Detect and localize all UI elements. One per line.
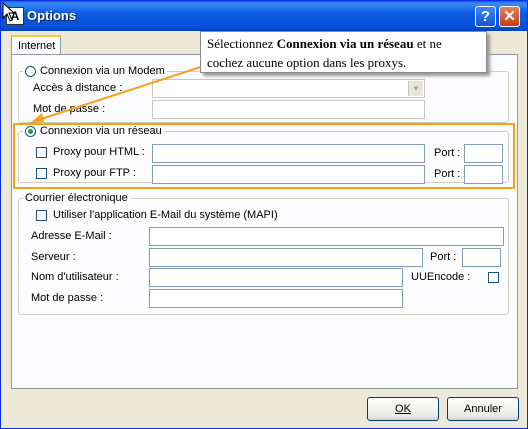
modem-radio[interactable] bbox=[25, 65, 36, 77]
cancel-button-label: Annuler bbox=[464, 403, 502, 415]
tab-panel: Connexion via un Modem Accès à distance … bbox=[11, 54, 518, 389]
server-label: Serveur : bbox=[31, 251, 76, 263]
mapi-checkbox[interactable] bbox=[36, 210, 47, 221]
server-field[interactable] bbox=[149, 248, 423, 267]
ok-button-label: OK bbox=[395, 403, 411, 415]
modem-password-label: Mot de passe : bbox=[33, 103, 106, 115]
callout-text-bold: Connexion via un réseau bbox=[276, 36, 414, 51]
chevron-down-icon: ▼ bbox=[408, 81, 423, 96]
modem-password-field[interactable] bbox=[152, 100, 425, 119]
modem-legend: Connexion via un Modem bbox=[23, 65, 167, 77]
remote-access-select[interactable]: ▼ bbox=[152, 79, 425, 98]
title-bar[interactable]: A Options ? ✕ bbox=[1, 1, 527, 31]
username-label: Nom d'utilisateur : bbox=[31, 271, 119, 283]
mail-password-field[interactable] bbox=[149, 289, 403, 308]
network-highlight-frame bbox=[13, 123, 515, 189]
close-button[interactable]: ✕ bbox=[499, 6, 520, 27]
modem-legend-label: Connexion via un Modem bbox=[40, 65, 165, 77]
uuencode-label: UUEncode : bbox=[411, 271, 471, 283]
mail-port-label: Port : bbox=[430, 251, 457, 263]
mouse-cursor-icon bbox=[2, 2, 16, 22]
mail-legend-label: Courrier électronique bbox=[25, 192, 128, 204]
ok-button[interactable]: OK bbox=[367, 397, 439, 421]
mapi-label: Utiliser l'application E-Mail du système… bbox=[53, 209, 278, 221]
tab-internet[interactable]: Internet bbox=[11, 35, 61, 55]
window-title: Options bbox=[27, 8, 77, 23]
uuencode-checkbox[interactable] bbox=[488, 272, 499, 283]
email-label: Adresse E-Mail : bbox=[31, 230, 112, 242]
email-field[interactable] bbox=[149, 227, 504, 246]
mail-password-label: Mot de passe : bbox=[31, 292, 104, 304]
mail-legend: Courrier électronique bbox=[23, 192, 130, 204]
mail-port-field[interactable] bbox=[462, 248, 501, 267]
tab-internet-label: Internet bbox=[18, 40, 56, 52]
help-button[interactable]: ? bbox=[475, 6, 496, 27]
instruction-callout: Sélectionnez Connexion via un réseau et … bbox=[200, 31, 487, 73]
username-field[interactable] bbox=[149, 268, 403, 287]
callout-text-before: Sélectionnez bbox=[207, 36, 277, 51]
remote-access-label: Accès à distance : bbox=[33, 82, 123, 94]
cancel-button[interactable]: Annuler bbox=[447, 397, 519, 421]
